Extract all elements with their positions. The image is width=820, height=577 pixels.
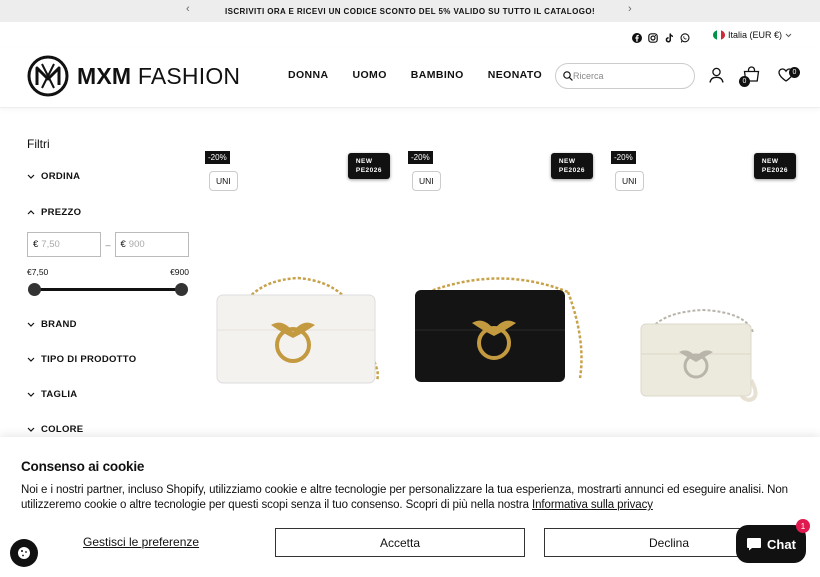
filter-taglia[interactable]: TAGLIA	[27, 389, 189, 400]
new-badge-line2: PE2026	[355, 167, 382, 174]
price-min-label: €7,50	[27, 267, 49, 277]
nav-item-uomo[interactable]: UOMO	[353, 69, 387, 81]
product-image[interactable]	[611, 220, 796, 410]
new-badge-line2: PE2026	[761, 167, 788, 174]
filter-colore-label: COLORE	[41, 424, 84, 435]
nav-item-bambino[interactable]: BAMBINO	[411, 69, 464, 81]
filter-prezzo[interactable]: PREZZO	[27, 207, 189, 218]
logo-text: MXM FASHION	[77, 63, 240, 90]
logo-mark-icon	[27, 55, 69, 97]
country-selector[interactable]: Italia (EUR €)	[713, 30, 792, 40]
wishlist-count-badge: 0	[789, 67, 800, 78]
price-range-labels: €7,50 €900	[27, 267, 189, 277]
filters-title: Filtri	[27, 137, 50, 151]
price-slider-track	[34, 288, 182, 291]
new-badge-line1: NEW	[761, 158, 779, 165]
filter-tipo-prodotto[interactable]: TIPO DI PRODOTTO	[27, 354, 189, 365]
italy-flag-icon	[713, 30, 725, 40]
chat-bubble-icon	[747, 538, 762, 551]
filter-taglia-label: TAGLIA	[41, 389, 78, 400]
filters-sidebar: Filtri ORDINA PREZZO €7,50 – €900 €7,50 …	[27, 137, 189, 435]
filter-prezzo-label: PREZZO	[41, 207, 82, 218]
product-card[interactable]: -20% UNI NEW PE2026	[408, 150, 593, 435]
chevron-down-icon	[27, 322, 35, 327]
price-slider-min-handle[interactable]	[28, 283, 41, 296]
site-logo[interactable]: MXM FASHION	[27, 55, 240, 97]
chat-button[interactable]: Chat	[736, 525, 806, 563]
main-nav: DONNA UOMO BAMBINO NEONATO	[288, 69, 542, 81]
price-max-field[interactable]: €900	[114, 232, 189, 257]
account-icon[interactable]	[709, 67, 724, 83]
cookie-settings-icon[interactable]	[10, 539, 38, 567]
site-header: MXM FASHION DONNA UOMO BAMBINO NEONATO R…	[0, 48, 820, 108]
new-badge-line1: NEW	[355, 158, 373, 165]
new-badge: NEW PE2026	[550, 153, 593, 179]
nav-item-donna[interactable]: DONNA	[288, 69, 329, 81]
new-badge-line2: PE2026	[558, 167, 585, 174]
logo-bold-text: MXM	[77, 62, 132, 89]
filter-ordina[interactable]: ORDINA	[27, 171, 189, 182]
product-image[interactable]	[408, 220, 593, 410]
new-badge: NEW PE2026	[347, 153, 390, 179]
price-min-placeholder: 7,50	[41, 239, 60, 250]
chevron-down-icon	[27, 392, 35, 397]
filter-tipo-prodotto-label: TIPO DI PRODOTTO	[41, 354, 137, 365]
facebook-icon[interactable]	[632, 30, 642, 43]
cookie-title: Consenso ai cookie	[21, 459, 145, 474]
announcement-bar: ‹ ISCRIVITI ORA E RICEVI UN CODICE SCONT…	[0, 0, 820, 22]
cookie-body-text: Noi e i nostri partner, incluso Shopify,…	[21, 484, 788, 511]
currency-symbol: €	[120, 239, 126, 250]
top-utility-bar: Italia (EUR €)	[0, 22, 820, 48]
chevron-down-icon	[27, 357, 35, 362]
currency-symbol: €	[33, 239, 39, 250]
size-badge: UNI	[209, 171, 238, 191]
cookie-consent-banner: Consenso ai cookie Noi e i nostri partne…	[0, 437, 820, 577]
chevron-down-icon	[27, 427, 35, 432]
tiktok-icon[interactable]	[664, 30, 674, 43]
instagram-icon[interactable]	[648, 30, 658, 43]
discount-badge: -20%	[408, 151, 433, 164]
nav-item-neonato[interactable]: NEONATO	[488, 69, 542, 81]
announcement-text: ISCRIVITI ORA E RICEVI UN CODICE SCONTO …	[224, 6, 596, 16]
product-image[interactable]	[205, 220, 390, 410]
cart-count-badge: 0	[739, 76, 750, 87]
size-badge: UNI	[412, 171, 441, 191]
cookie-body: Noi e i nostri partner, incluso Shopify,…	[21, 483, 801, 513]
price-slider[interactable]	[27, 283, 189, 297]
chevron-up-icon	[27, 210, 35, 215]
size-badge: UNI	[615, 171, 644, 191]
discount-badge: -20%	[205, 151, 230, 164]
price-dash: –	[105, 239, 111, 250]
filter-brand-label: BRAND	[41, 319, 77, 330]
accept-button[interactable]: Accetta	[275, 528, 525, 557]
product-card[interactable]: -20% UNI NEW PE2026	[205, 150, 390, 435]
price-slider-max-handle[interactable]	[175, 283, 188, 296]
price-inputs: €7,50 – €900	[27, 232, 189, 257]
price-min-field[interactable]: €7,50	[27, 232, 102, 257]
filter-ordina-label: ORDINA	[41, 171, 81, 182]
country-label: Italia (EUR €)	[728, 30, 783, 40]
whatsapp-icon[interactable]	[680, 30, 690, 43]
announcement-prev-arrow[interactable]: ‹	[186, 3, 190, 15]
filter-colore[interactable]: COLORE	[27, 424, 189, 435]
price-max-label: €900	[170, 267, 189, 277]
privacy-policy-link[interactable]: Informativa sulla privacy	[532, 499, 653, 511]
chevron-down-icon	[785, 33, 792, 37]
search-input[interactable]: Ricerca	[555, 63, 695, 89]
new-badge: NEW PE2026	[753, 153, 796, 179]
new-badge-line1: NEW	[558, 158, 576, 165]
manage-preferences-link[interactable]: Gestisci le preferenze	[83, 535, 199, 549]
filter-brand[interactable]: BRAND	[27, 319, 189, 330]
price-max-placeholder: 900	[128, 239, 145, 250]
chat-notification-badge: 1	[796, 519, 810, 533]
announcement-next-arrow[interactable]: ›	[628, 3, 632, 15]
logo-light-text: FASHION	[137, 62, 241, 89]
chevron-down-icon	[27, 174, 35, 179]
product-card[interactable]: -20% UNI NEW PE2026	[611, 150, 796, 435]
search-icon	[563, 71, 573, 81]
discount-badge: -20%	[611, 151, 636, 164]
chat-label: Chat	[767, 536, 796, 552]
social-links	[632, 30, 690, 43]
search-placeholder: Ricerca	[573, 71, 604, 81]
